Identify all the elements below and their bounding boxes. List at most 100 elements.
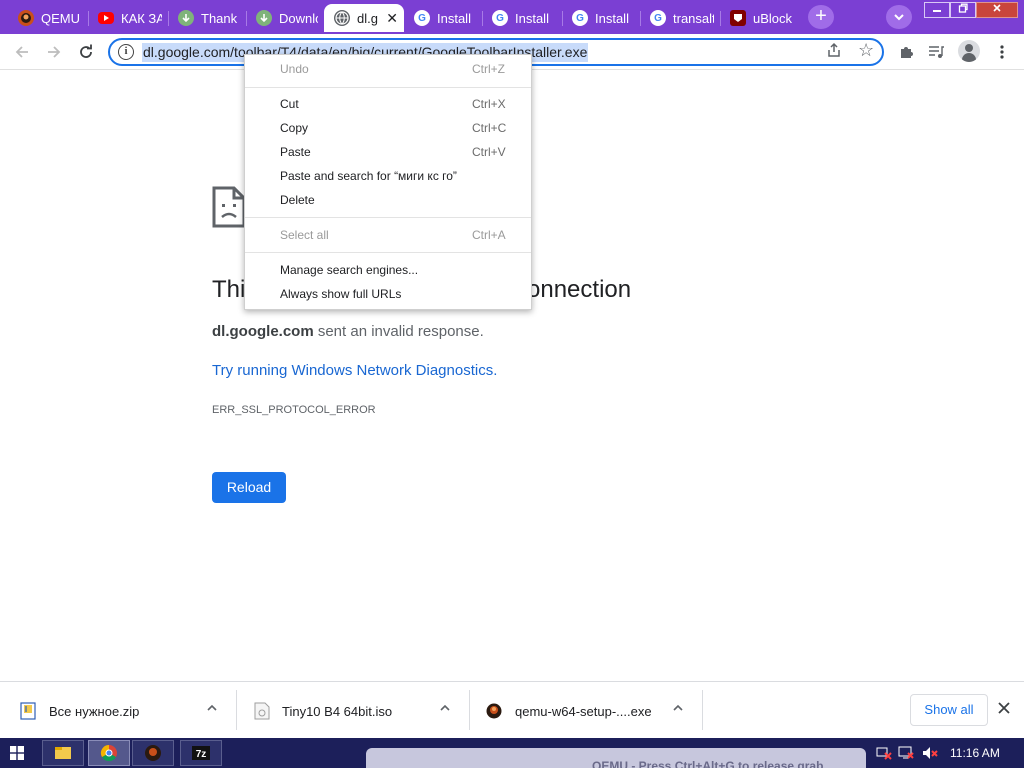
chevron-down-icon: [894, 14, 904, 21]
chrome-icon: [100, 744, 117, 762]
windows-taskbar: 7z QEMU - Press Ctrl+Alt+G to release gr…: [0, 738, 1024, 768]
qemu-icon: [145, 745, 161, 761]
menu-item-label: Paste and search for “миги кс го”: [280, 169, 457, 183]
menu-item-label: Copy: [280, 121, 309, 135]
menu-item-label: Always show full URLs: [280, 287, 402, 301]
download-item[interactable]: qemu-w64-setup-....exe: [486, 682, 696, 739]
chevron-up-icon[interactable]: [672, 702, 684, 717]
tab-youtube[interactable]: КАК ЗА: [88, 4, 168, 32]
profile-avatar-icon[interactable]: [958, 40, 980, 62]
download-item[interactable]: Все нужное.zip: [20, 682, 230, 739]
download-separator: [236, 690, 237, 730]
tab-install-1[interactable]: G Install: [404, 4, 482, 32]
tab-install-2[interactable]: G Install: [482, 4, 562, 32]
restore-button[interactable]: [950, 2, 976, 18]
ublock-icon: [730, 10, 746, 26]
tab-translate[interactable]: G transalt: [640, 4, 720, 32]
window-close-button[interactable]: [976, 2, 1018, 18]
youtube-icon: [98, 12, 114, 24]
menu-item-undo[interactable]: Undo Ctrl+Z: [245, 58, 531, 82]
7zip-icon: 7z: [192, 746, 210, 760]
taskbar-clock[interactable]: 11:16 AM: [950, 746, 1000, 760]
media-control-button[interactable]: [922, 38, 950, 66]
tab-title: Downlo: [279, 10, 318, 26]
tab-title: Install: [595, 10, 629, 26]
forward-button[interactable]: [40, 38, 68, 66]
show-all-downloads-button[interactable]: Show all: [910, 694, 988, 726]
download-item[interactable]: Tiny10 B4 64bit.iso: [254, 682, 464, 739]
menu-item-cut[interactable]: Cut Ctrl+X: [245, 93, 531, 117]
address-bar-context-menu: Undo Ctrl+Z Cut Ctrl+X Copy Ctrl+C Paste…: [244, 54, 532, 310]
close-tab-icon[interactable]: ✕: [386, 10, 398, 27]
menu-item-copy[interactable]: Copy Ctrl+C: [245, 117, 531, 141]
menu-item-label: Paste: [280, 145, 311, 159]
tab-title: КАК ЗА: [121, 10, 162, 26]
menu-item-shortcut: Ctrl+V: [472, 145, 506, 159]
back-button[interactable]: [8, 38, 36, 66]
extensions-button[interactable]: [892, 38, 920, 66]
menu-item-shortcut: Ctrl+X: [472, 97, 506, 111]
tab-install-3[interactable]: G Install: [562, 4, 640, 32]
network-diagnostics-link[interactable]: Try running Windows Network Diagnostics.: [212, 362, 497, 379]
menu-separator: [245, 217, 531, 218]
tab-active-dl-google[interactable]: dl.g ✕: [324, 4, 404, 32]
tab-title: dl.g: [357, 10, 378, 26]
tab-thank[interactable]: Thank: [168, 4, 246, 32]
close-icon[interactable]: [998, 698, 1010, 719]
bookmark-star-icon[interactable]: ☆: [858, 40, 874, 61]
google-icon: G: [572, 10, 588, 26]
refresh-icon: [80, 44, 92, 58]
google-icon: G: [492, 10, 508, 26]
iso-file-icon: [254, 702, 270, 720]
minimize-button[interactable]: [924, 2, 950, 18]
menu-item-always-show-full-urls[interactable]: Always show full URLs: [245, 283, 531, 307]
tab-title: transalt: [673, 10, 714, 26]
menu-item-paste-and-search[interactable]: Paste and search for “миги кс го”: [245, 165, 531, 189]
tab-qemu[interactable]: QEMU: [8, 4, 88, 32]
info-icon[interactable]: i: [118, 44, 134, 60]
menu-item-label: Select all: [280, 228, 329, 242]
taskbar-chrome[interactable]: [88, 740, 130, 766]
tab-ublock[interactable]: uBlock: [720, 4, 800, 32]
taskbar-qemu[interactable]: [132, 740, 174, 766]
menu-item-label: Manage search engines...: [280, 263, 419, 277]
more-vert-icon: [1000, 45, 1004, 59]
menu-item-select-all[interactable]: Select all Ctrl+A: [245, 224, 531, 248]
notice-text: QEMU - Press Ctrl+Alt+G to release grab: [592, 759, 824, 768]
new-tab-button[interactable]: +: [808, 5, 834, 29]
chevron-up-icon[interactable]: [206, 702, 218, 717]
menu-item-label: Undo: [280, 62, 309, 76]
reload-button[interactable]: Reload: [212, 472, 286, 503]
tab-search-button[interactable]: [886, 5, 912, 29]
download-filename: Все нужное.zip: [49, 704, 140, 719]
network-icon[interactable]: [898, 746, 914, 760]
download-separator: [469, 690, 470, 730]
download-site-icon: [256, 10, 272, 26]
menu-separator: [245, 252, 531, 253]
tab-title: QEMU: [41, 10, 80, 26]
menu-item-manage-search-engines[interactable]: Manage search engines...: [245, 259, 531, 283]
error-message: sent an invalid response.: [313, 323, 484, 340]
file-explorer-icon: [55, 747, 71, 759]
tab-strip: QEMU КАК ЗА Thank Downlo dl.g ✕ G Instal…: [0, 0, 1024, 34]
download-separator: [702, 690, 703, 730]
chrome-menu-button[interactable]: [988, 38, 1016, 66]
error-code: ERR_SSL_PROTOCOL_ERROR: [212, 404, 376, 416]
volume-muted-icon[interactable]: [922, 746, 938, 760]
menu-separator: [245, 87, 531, 88]
windows-start-icon[interactable]: [10, 746, 24, 760]
zip-file-icon: [20, 702, 36, 720]
broken-page-icon: [212, 186, 246, 228]
share-icon[interactable]: [826, 42, 842, 62]
download-filename: Tiny10 B4 64bit.iso: [282, 704, 393, 719]
menu-item-paste[interactable]: Paste Ctrl+V: [245, 141, 531, 165]
menu-item-label: Cut: [280, 97, 299, 111]
taskbar-file-explorer[interactable]: [42, 740, 84, 766]
chevron-up-icon[interactable]: [439, 702, 451, 717]
error-description: dl.google.com sent an invalid response.: [212, 323, 484, 340]
network-error-icon[interactable]: [876, 746, 892, 760]
reload-toolbar-button[interactable]: [72, 38, 100, 66]
tab-download[interactable]: Downlo: [246, 4, 324, 32]
menu-item-delete[interactable]: Delete: [245, 189, 531, 213]
taskbar-7zip[interactable]: 7z: [180, 740, 222, 766]
